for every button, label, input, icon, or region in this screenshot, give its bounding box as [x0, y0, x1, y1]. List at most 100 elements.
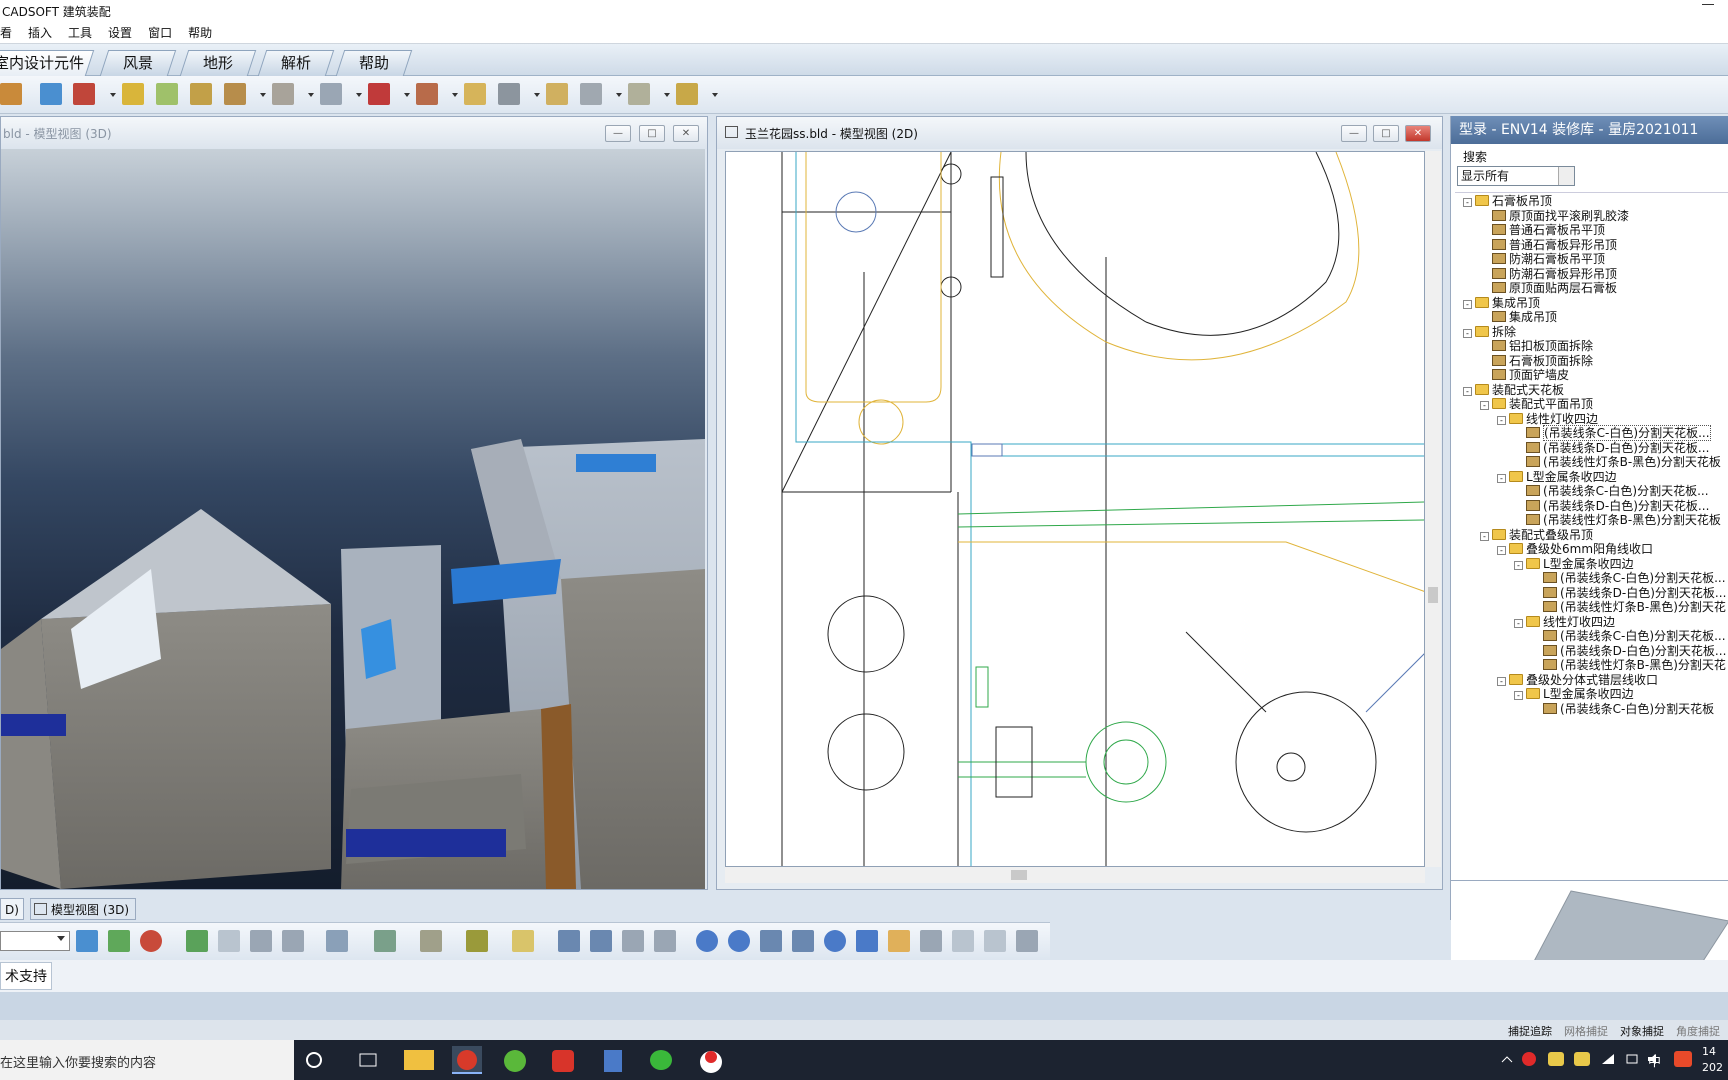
minimize-icon[interactable]: —	[1341, 125, 1367, 142]
collapse-icon[interactable]: -	[1463, 386, 1472, 396]
menu-window[interactable]: 窗口	[148, 24, 172, 41]
component-tool-icon[interactable]	[272, 83, 294, 105]
tray-app2-icon[interactable]	[1574, 1052, 1590, 1066]
file-explorer-icon[interactable]	[404, 1050, 434, 1070]
collapse-icon[interactable]: -	[1497, 546, 1506, 555]
object-snap-toggle[interactable]: 对象捕捉	[1620, 1023, 1664, 1039]
railing-dropdown-arrow[interactable]	[616, 93, 622, 97]
collapse-icon[interactable]: -	[1514, 560, 1523, 570]
beam-tool-icon[interactable]	[190, 83, 212, 105]
pan-hand-icon[interactable]	[888, 930, 910, 952]
close-icon[interactable]: ✕	[1405, 125, 1431, 142]
horizontal-scrollbar[interactable]	[725, 867, 1425, 883]
minimize-icon[interactable]: —	[605, 125, 631, 142]
restore-icon[interactable]: □	[1373, 125, 1399, 142]
collapse-icon[interactable]: -	[1463, 328, 1472, 338]
zoom-fit-icon[interactable]	[856, 930, 878, 952]
door-tool-icon[interactable]	[122, 83, 144, 105]
dimension-tool-icon[interactable]	[628, 83, 650, 105]
box-icon[interactable]	[512, 930, 534, 952]
tab-model-view-3d[interactable]: 模型视图 (3D)	[30, 898, 137, 920]
menu-tools[interactable]: 工具	[68, 24, 92, 41]
text-dropdown-arrow[interactable]	[712, 93, 718, 97]
cortana-icon[interactable]	[306, 1052, 322, 1068]
menu-insert[interactable]: 插入	[28, 24, 52, 41]
sogou-ime-icon[interactable]	[1674, 1051, 1692, 1067]
dormer-dropdown-arrow[interactable]	[452, 93, 458, 97]
input-language[interactable]: 中	[1648, 1051, 1661, 1070]
collapse-icon[interactable]: -	[1480, 531, 1489, 541]
menu-settings[interactable]: 设置	[108, 24, 132, 41]
dimension-dropdown-arrow[interactable]	[664, 93, 670, 97]
terrain-tool-icon[interactable]	[498, 83, 520, 105]
roof-view-icon[interactable]	[326, 930, 348, 952]
tree-item[interactable]: (吊装线条C-白色)分割天花板	[1531, 701, 1714, 717]
model-view-2d-window[interactable]: 玉兰花园ss.bld - 模型视图 (2D) — □ ✕	[716, 116, 1443, 890]
screen-recorder-icon[interactable]	[696, 1046, 726, 1074]
tab-help[interactable]: 帮助	[335, 50, 413, 76]
angle-snap-toggle[interactable]: 角度捕捉	[1676, 1023, 1720, 1039]
lamp-icon[interactable]	[420, 930, 442, 952]
chevron-down-icon[interactable]	[57, 936, 65, 941]
catalog-filter-select[interactable]: 显示所有	[1457, 166, 1575, 186]
rotate-icon[interactable]	[984, 930, 1006, 952]
network-icon[interactable]	[1600, 1052, 1616, 1066]
view-2d-plus-icon[interactable]	[108, 930, 130, 952]
dormer-tool-icon[interactable]	[416, 83, 438, 105]
taskbar-search[interactable]: 在这里输入你要搜索的内容	[0, 1040, 294, 1080]
task-view-icon[interactable]	[356, 1046, 386, 1074]
collapse-icon[interactable]: -	[1497, 473, 1506, 483]
grid-snap-toggle[interactable]: 网格捕捉	[1564, 1023, 1608, 1039]
zoom-out-icon[interactable]	[728, 930, 750, 952]
furniture-tool-icon[interactable]	[320, 83, 342, 105]
wall-dropdown-arrow[interactable]	[110, 93, 116, 97]
chevron-down-icon[interactable]	[1558, 167, 1574, 185]
house-view-icon[interactable]	[250, 930, 272, 952]
tech-support-tab[interactable]: 术支持	[0, 962, 52, 990]
browser-icon[interactable]	[500, 1046, 530, 1074]
model-view-2d-titlebar[interactable]: 玉兰花园ss.bld - 模型视图 (2D) — □ ✕	[717, 117, 1442, 149]
tab-analysis[interactable]: 解析	[257, 50, 335, 76]
screen-icon[interactable]	[218, 930, 240, 952]
snap-tracking-toggle[interactable]: 捕捉追踪	[1508, 1023, 1552, 1039]
clock[interactable]: 14 202	[1702, 1044, 1728, 1076]
wps-icon[interactable]	[548, 1046, 578, 1074]
furniture-dropdown-arrow[interactable]	[356, 93, 362, 97]
ethernet-icon[interactable]	[1624, 1052, 1640, 1066]
calculator-icon[interactable]	[598, 1046, 628, 1074]
component-dropdown-arrow[interactable]	[308, 93, 314, 97]
tab-terrain[interactable]: 地形	[179, 50, 257, 76]
tab-view-2d[interactable]: D)	[0, 898, 24, 920]
railing-tool-icon[interactable]	[580, 83, 602, 105]
settings-view-icon[interactable]	[1016, 930, 1038, 952]
collapse-icon[interactable]: -	[1514, 618, 1523, 628]
stair-tool-icon[interactable]	[224, 83, 246, 105]
camera-icon[interactable]	[374, 930, 396, 952]
collapse-icon[interactable]: -	[1497, 676, 1506, 686]
wechat-icon[interactable]	[646, 1046, 676, 1074]
orbit-icon[interactable]	[952, 930, 974, 952]
vertical-scroll-thumb[interactable]	[1428, 587, 1438, 603]
horizontal-scroll-thumb[interactable]	[1011, 870, 1027, 880]
floor-plan-canvas[interactable]	[725, 151, 1425, 867]
view-2d-icon[interactable]	[76, 930, 98, 952]
material-icon[interactable]	[466, 930, 488, 952]
display-list-icon[interactable]	[590, 930, 612, 952]
zoom-previous-icon[interactable]	[824, 930, 846, 952]
zoom-extents-icon[interactable]	[792, 930, 814, 952]
3d-render-viewport[interactable]	[1, 149, 705, 889]
minimize-button[interactable]	[1702, 4, 1714, 5]
menu-view[interactable]: 看	[0, 24, 12, 41]
column-tool-icon[interactable]	[546, 83, 568, 105]
home-icon[interactable]	[622, 930, 644, 952]
stair-dropdown-arrow[interactable]	[260, 93, 266, 97]
roof-plane-dropdown-arrow[interactable]	[404, 93, 410, 97]
text-tool-icon[interactable]	[676, 83, 698, 105]
collapse-icon[interactable]: -	[1514, 691, 1523, 700]
chevron-up-icon[interactable]	[1500, 1052, 1514, 1066]
model-view-3d-window[interactable]: bld - 模型视图 (3D) — □ ✕	[0, 116, 708, 890]
collapse-icon[interactable]: -	[1463, 299, 1472, 309]
view-3d-icon[interactable]	[140, 930, 162, 952]
collapse-icon[interactable]: -	[1463, 198, 1472, 207]
layer-select[interactable]	[0, 931, 70, 951]
